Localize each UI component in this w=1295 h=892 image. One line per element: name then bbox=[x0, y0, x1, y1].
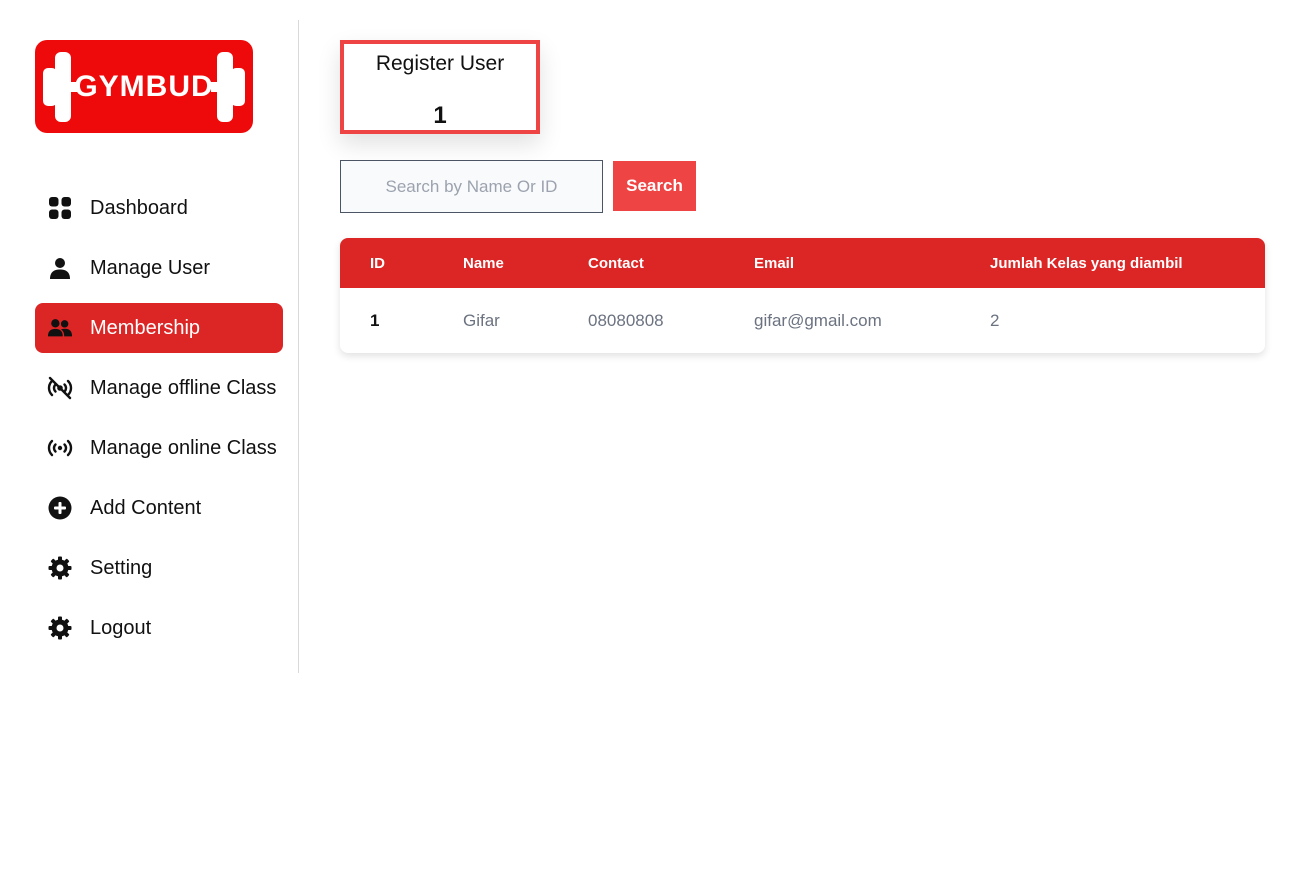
logo-text: GYMBUD bbox=[74, 69, 214, 103]
sidebar-item-membership[interactable]: Membership bbox=[35, 303, 283, 353]
sidebar-item-label: Setting bbox=[90, 556, 153, 579]
sidebar-item-setting[interactable]: Setting bbox=[35, 543, 283, 593]
cell-classes: 2 bbox=[990, 310, 1000, 330]
logo: GYMBUD bbox=[35, 40, 253, 133]
sidebar-item-manage-user[interactable]: Manage User bbox=[35, 243, 283, 293]
sidebar-item-label: Manage User bbox=[90, 256, 211, 279]
column-header-contact: Contact bbox=[588, 254, 644, 272]
stat-value: 1 bbox=[433, 102, 447, 129]
sidebar-item-label: Manage online Class bbox=[90, 436, 277, 459]
users-icon bbox=[47, 316, 73, 340]
broadcast-off-icon bbox=[47, 376, 73, 400]
user-icon bbox=[47, 256, 73, 280]
sidebar-item-manage-offline-class[interactable]: Manage offline Class bbox=[35, 363, 283, 413]
broadcast-icon bbox=[47, 436, 73, 460]
cell-contact: 08080808 bbox=[588, 310, 664, 330]
search-input[interactable] bbox=[340, 160, 603, 213]
sidebar-item-logout[interactable]: Logout bbox=[35, 603, 283, 653]
cell-name: Gifar bbox=[463, 310, 500, 330]
search-button[interactable]: Search bbox=[613, 161, 696, 211]
sidebar: GYMBUD Dashboard Manage User Membership bbox=[0, 20, 299, 673]
gear-icon bbox=[47, 616, 73, 640]
table-row[interactable]: 1 Gifar 08080808 gifar@gmail.com 2 bbox=[340, 288, 1265, 353]
sidebar-item-label: Add Content bbox=[90, 496, 202, 519]
register-user-card: Register User 1 bbox=[340, 40, 540, 134]
cell-id: 1 bbox=[370, 310, 380, 330]
column-header-email: Email bbox=[754, 254, 795, 272]
sidebar-item-dashboard[interactable]: Dashboard bbox=[35, 183, 283, 233]
sidebar-item-label: Logout bbox=[90, 616, 152, 639]
column-header-classes: Jumlah Kelas yang diambil bbox=[990, 254, 1183, 272]
sidebar-item-label: Membership bbox=[90, 316, 201, 339]
sidebar-item-label: Dashboard bbox=[90, 196, 188, 219]
sidebar-item-manage-online-class[interactable]: Manage online Class bbox=[35, 423, 283, 473]
gear-icon bbox=[47, 556, 73, 580]
sidebar-item-add-content[interactable]: Add Content bbox=[35, 483, 283, 533]
members-table: ID Name Contact Email Jumlah Kelas yang … bbox=[340, 238, 1265, 353]
stat-title: Register User bbox=[375, 52, 505, 75]
column-header-id: ID bbox=[370, 254, 385, 272]
grid-icon bbox=[47, 196, 73, 220]
sidebar-item-label: Manage offline Class bbox=[90, 376, 277, 399]
cell-email: gifar@gmail.com bbox=[754, 310, 882, 330]
table-header-row: ID Name Contact Email Jumlah Kelas yang … bbox=[340, 238, 1265, 288]
column-header-name: Name bbox=[463, 254, 504, 272]
plus-circle-icon bbox=[47, 496, 73, 520]
sidebar-nav: Dashboard Manage User Membership Manage … bbox=[35, 183, 283, 663]
